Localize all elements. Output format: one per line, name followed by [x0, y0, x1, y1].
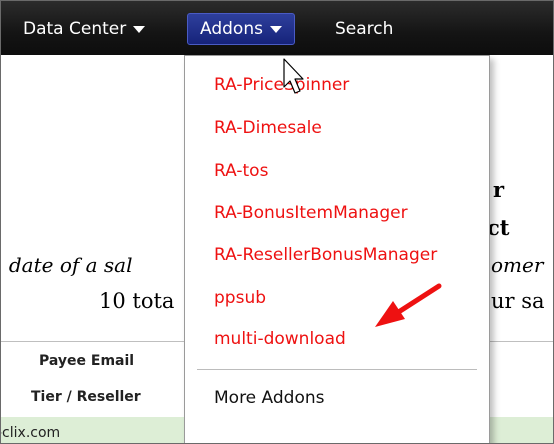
menu-addons-label: Addons: [200, 19, 263, 39]
menu-divider: [197, 369, 477, 370]
app-window: r ct ' date of a sal omer 10 tota ur sa …: [0, 0, 554, 444]
column-header-payee-email: Payee Email: [39, 353, 135, 369]
menu-item-ra-pricespinner[interactable]: RA-PriceSpinner: [214, 74, 349, 96]
chevron-down-icon: [133, 25, 146, 33]
menu-search[interactable]: Search: [327, 15, 401, 43]
date-note-right: omer: [491, 253, 544, 277]
menu-data-center[interactable]: Data Center: [15, 15, 153, 43]
menu-item-ra-resellerbonusmanager[interactable]: RA-ResellerBonusManager: [214, 244, 437, 266]
menu-item-ra-dimesale[interactable]: RA-Dimesale: [214, 117, 322, 139]
total-count-left: 10 tota: [99, 289, 175, 313]
menu-item-more-addons[interactable]: More Addons: [214, 387, 325, 409]
chevron-down-icon: [269, 25, 282, 33]
menu-addons[interactable]: Addons: [187, 13, 295, 45]
column-header-tier-reseller: Tier / Reseller: [31, 389, 141, 405]
menu-search-label: Search: [335, 19, 394, 39]
total-count-right: ur sa: [491, 289, 545, 313]
menu-data-center-label: Data Center: [23, 19, 127, 39]
top-menu-bar: Data Center Addons Search: [1, 1, 553, 55]
addons-dropdown-menu: RA-PriceSpinner RA-Dimesale RA-tos RA-Bo…: [184, 55, 490, 443]
page-heading-fragment-2: ct: [487, 215, 510, 240]
menu-item-multi-download[interactable]: multi-download: [214, 328, 346, 350]
table-cell-email: -clix.com: [0, 425, 61, 441]
menu-item-ppsub[interactable]: ppsub: [214, 287, 266, 309]
page-heading-fragment: r: [493, 177, 505, 202]
menu-item-ra-bonusitemmanager[interactable]: RA-BonusItemManager: [214, 202, 408, 224]
date-note-left: ' date of a sal: [0, 253, 133, 277]
menu-item-ra-tos[interactable]: RA-tos: [214, 160, 268, 182]
